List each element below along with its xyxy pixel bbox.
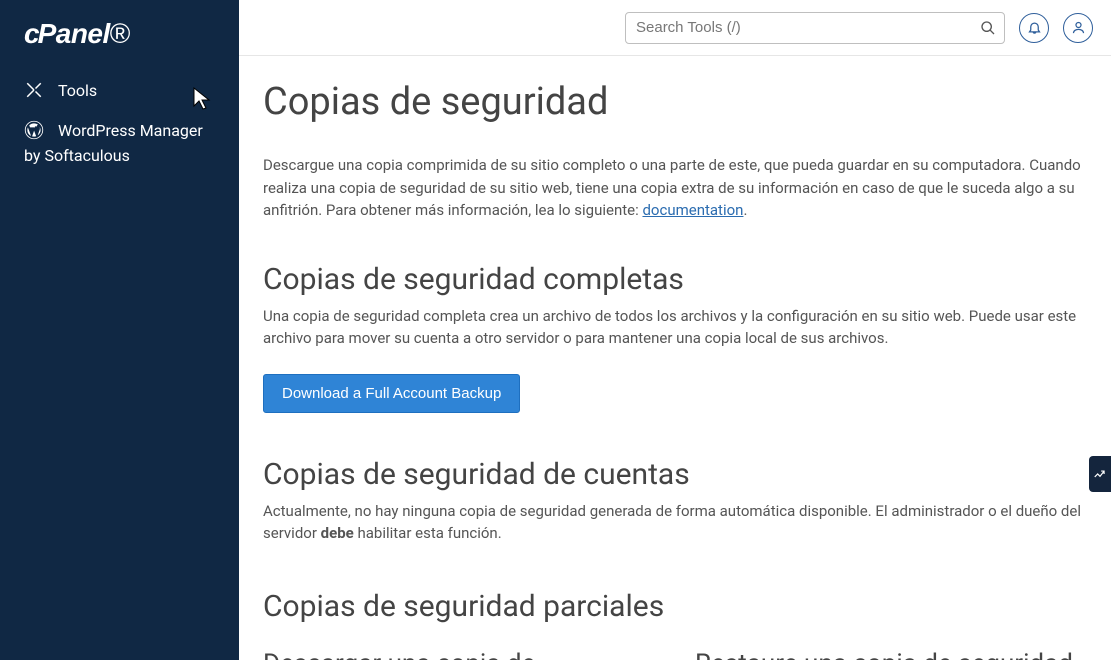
full-backup-desc: Una copia de seguridad completa crea un … <box>263 305 1083 350</box>
search-wrap <box>625 12 1005 44</box>
sidebar-subline: by Softaculous <box>0 142 239 175</box>
partial-download-title: Descargar una copia de seguridad del dir… <box>263 648 655 660</box>
partial-columns: Descargar una copia de seguridad del dir… <box>263 648 1087 660</box>
sidebar: cPanel® Tools WordPress Manager by Softa… <box>0 0 239 660</box>
stats-tab-button[interactable] <box>1089 456 1111 492</box>
accounts-desc-suffix: habilitar esta función. <box>354 524 502 542</box>
intro-suffix: . <box>743 201 747 219</box>
partial-restore-col: Restaure una copia de seguridad del dire… <box>695 648 1087 660</box>
user-button[interactable] <box>1063 13 1093 43</box>
intro-text: Descargue una copia comprimida de su sit… <box>263 154 1083 222</box>
bell-icon <box>1027 20 1042 35</box>
partial-backups-title: Copias de seguridad parciales <box>263 589 1087 624</box>
search-icon[interactable] <box>977 17 999 39</box>
full-backup-title: Copias de seguridad completas <box>263 262 1087 297</box>
notifications-button[interactable] <box>1019 13 1049 43</box>
accounts-desc-bold: debe <box>321 524 354 542</box>
section-full-backup: Copias de seguridad completas Una copia … <box>263 262 1087 413</box>
page-title: Copias de seguridad <box>263 80 1087 124</box>
main-content: Copias de seguridad Descargue una copia … <box>239 56 1111 660</box>
section-partial-backups: Copias de seguridad parciales Descargar … <box>263 589 1087 660</box>
download-full-backup-button[interactable]: Download a Full Account Backup <box>263 374 520 413</box>
documentation-link[interactable]: documentation <box>642 201 743 219</box>
logo-area: cPanel® <box>0 0 239 70</box>
account-backups-desc: Actualmente, no hay ninguna copia de seg… <box>263 500 1083 545</box>
user-icon <box>1071 20 1086 35</box>
section-account-backups: Copias de seguridad de cuentas Actualmen… <box>263 457 1087 545</box>
partial-restore-title: Restaure una copia de seguridad del dire… <box>695 648 1087 660</box>
sidebar-item-label: WordPress Manager <box>58 121 203 140</box>
search-input[interactable] <box>625 12 1005 44</box>
brand-logo: cPanel® <box>24 18 215 50</box>
account-backups-title: Copias de seguridad de cuentas <box>263 457 1087 492</box>
partial-download-col: Descargar una copia de seguridad del dir… <box>263 648 655 660</box>
tools-icon <box>24 80 44 100</box>
wordpress-icon <box>24 120 44 140</box>
sidebar-item-tools[interactable]: Tools <box>0 70 239 110</box>
sidebar-item-wordpress[interactable]: WordPress Manager <box>0 110 239 142</box>
chart-icon <box>1093 467 1107 481</box>
topbar <box>239 0 1111 56</box>
sidebar-item-label: Tools <box>58 81 97 100</box>
